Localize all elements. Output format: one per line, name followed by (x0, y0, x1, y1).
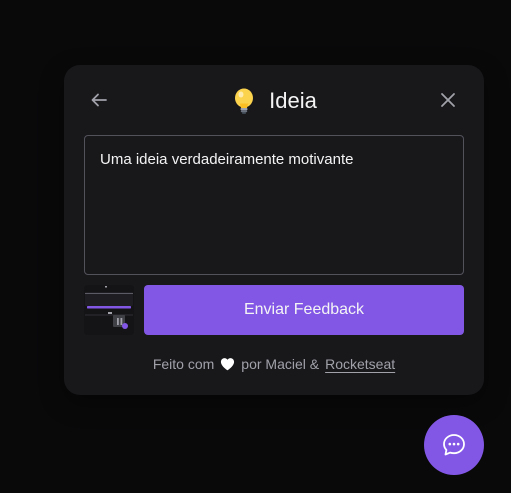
footer-middle: por Maciel & (241, 356, 320, 372)
widget-title: Ideia (269, 88, 317, 113)
rocketseat-link[interactable]: Rocketseat (325, 356, 395, 372)
screenshot-preview-image (84, 285, 134, 335)
comment-textarea[interactable]: Uma ideia verdadeiramente motivante (85, 136, 463, 274)
open-feedback-fab[interactable] (424, 415, 484, 475)
heart-icon (221, 358, 235, 371)
footer: Feito com por Maciel & Rocketseat (64, 356, 484, 372)
submit-feedback-button[interactable]: Enviar Feedback (144, 285, 464, 335)
close-button[interactable] (437, 89, 459, 111)
comment-field-wrapper: Uma ideia verdadeiramente motivante (84, 135, 464, 275)
lightbulb-icon (235, 88, 254, 114)
chat-bubble-icon (443, 434, 465, 456)
screenshot-thumbnail-button[interactable] (84, 285, 134, 335)
close-icon (441, 93, 455, 107)
feedback-widget: Ideia Uma ideia verdadeiramente motivant… (64, 65, 484, 395)
widget-header: Ideia (64, 85, 484, 117)
footer-prefix: Feito com (152, 356, 215, 372)
